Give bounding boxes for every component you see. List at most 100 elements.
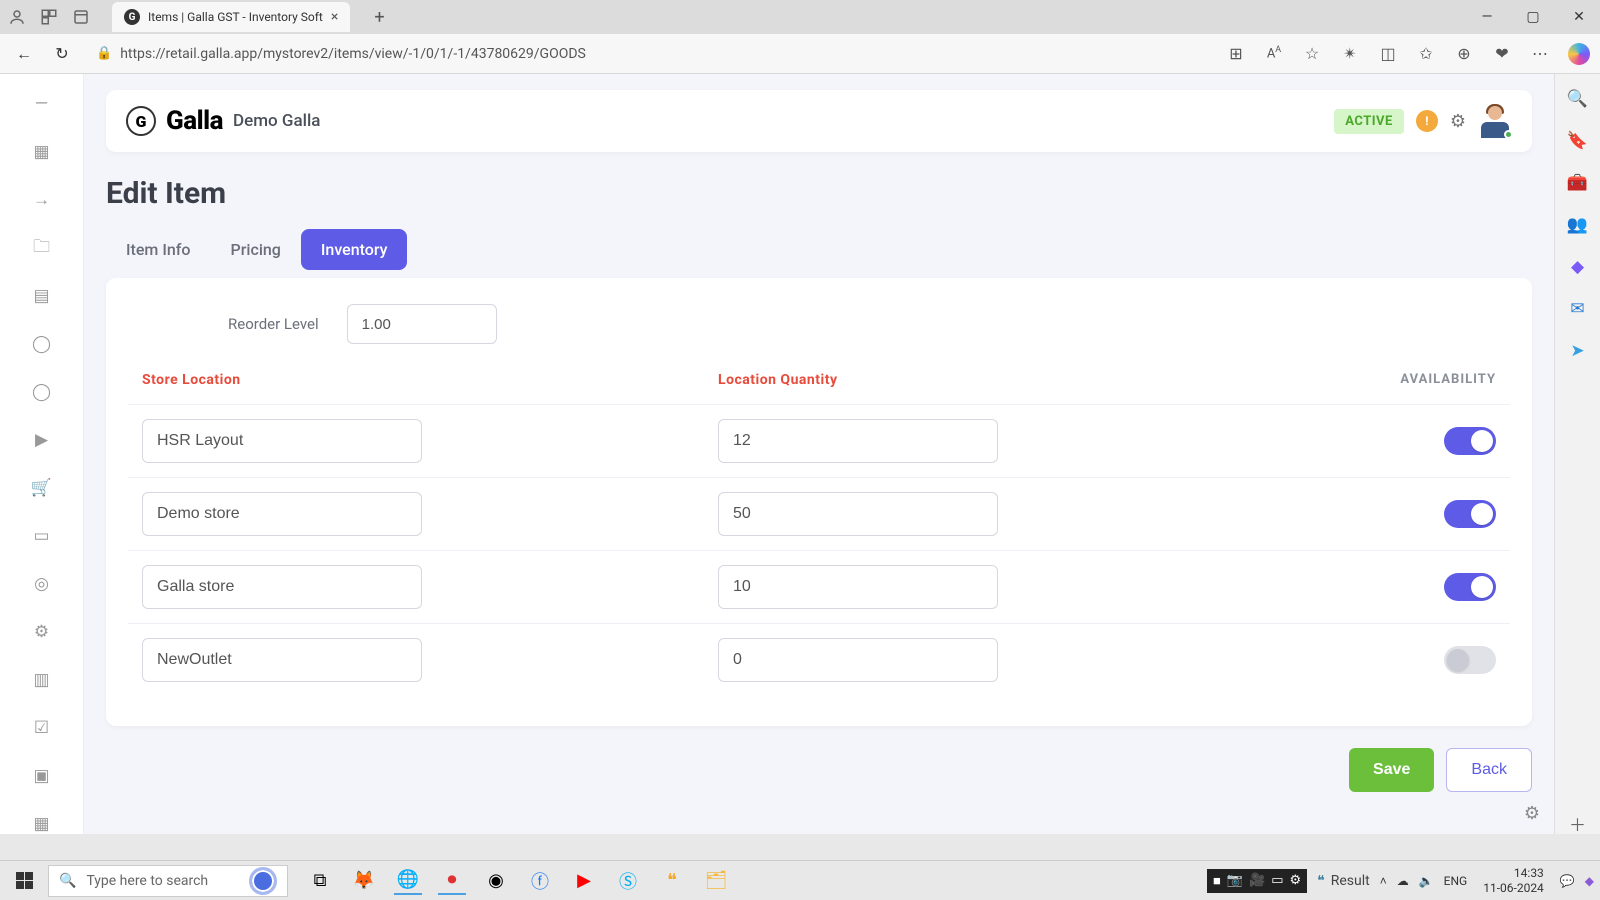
brand-logo[interactable]: G Galla (126, 106, 223, 136)
sidebar-book-icon[interactable]: ▭ (32, 526, 52, 546)
favorite-icon[interactable]: ☆ (1302, 44, 1322, 63)
quantity-input[interactable] (718, 492, 998, 536)
tray-cloud-icon[interactable]: ☁ (1397, 874, 1409, 888)
sidebar-location-icon[interactable]: ◎ (32, 574, 52, 594)
sidebar-people-icon[interactable]: 👥 (1567, 214, 1589, 236)
notification-badge[interactable]: ! (1416, 110, 1438, 132)
back-button[interactable]: Back (1446, 748, 1532, 792)
sidebar-report-icon[interactable]: ▥ (32, 670, 52, 690)
availability-toggle[interactable] (1444, 573, 1496, 601)
chrome-icon[interactable]: ◉ (482, 867, 510, 895)
record-icon[interactable]: ⏺ (438, 867, 466, 895)
sidebar-outlook-icon[interactable]: ✉ (1567, 298, 1589, 320)
sidebar-user-icon[interactable]: ◯ (32, 382, 52, 402)
window-icon[interactable]: ▭ (1271, 873, 1283, 888)
tray-chevron-icon[interactable]: ˄ (1380, 874, 1387, 888)
recording-toolbar[interactable]: ■ 📷 🎥 ▭ ⚙ (1207, 869, 1307, 893)
sidebar-add-icon[interactable]: ＋ (1567, 812, 1589, 834)
edge-icon[interactable]: 🌐 (394, 867, 422, 895)
maximize-button[interactable]: ▢ (1520, 9, 1546, 25)
sidebar-camera-icon[interactable]: ▣ (32, 766, 52, 786)
tray-datetime[interactable]: 14:33 11-06-2024 (1483, 866, 1544, 895)
skype-icon[interactable]: Ⓢ (614, 867, 642, 895)
back-nav-button[interactable]: ← (10, 40, 38, 68)
sidebar-send-icon[interactable]: ➤ (1567, 340, 1589, 362)
app-available-icon[interactable]: ⊞ (1226, 44, 1246, 63)
inventory-card: Reorder Level Store Location Location Qu… (106, 278, 1532, 726)
tray-volume-icon[interactable]: 🔈 (1419, 874, 1434, 888)
stop-icon[interactable]: ■ (1213, 873, 1221, 889)
tab-item-info[interactable]: Item Info (106, 229, 211, 270)
profile-icon[interactable] (8, 8, 26, 26)
tab-close-icon[interactable]: × (331, 9, 338, 25)
url-box[interactable]: 🔒 https://retail.galla.app/mystorev2/ite… (86, 46, 1216, 62)
sidebar-arrow-icon[interactable]: → (32, 190, 52, 210)
favorites-bar-icon[interactable]: ✩ (1416, 44, 1436, 63)
location-input[interactable] (142, 565, 422, 609)
table-header: Store Location Location Quantity AVAILAB… (128, 372, 1510, 404)
tray-overflow-icon[interactable]: ◆ (1585, 874, 1594, 888)
availability-toggle[interactable] (1444, 500, 1496, 528)
reorder-level-input[interactable] (347, 304, 497, 344)
quantity-input[interactable] (718, 419, 998, 463)
firefox-icon[interactable]: 🦊 (350, 867, 378, 895)
camera-icon[interactable]: 📷 (1227, 873, 1243, 888)
sidebar-shopping-tag-icon[interactable]: 🔖 (1567, 130, 1589, 152)
sidebar-collapse-icon[interactable]: — (32, 94, 52, 114)
availability-toggle[interactable] (1444, 427, 1496, 455)
user-avatar[interactable] (1478, 104, 1512, 138)
sidebar-basket-icon[interactable]: 🛒 (32, 478, 52, 498)
sidebar-search-icon[interactable]: 🔍 (1567, 88, 1589, 110)
windows-taskbar: 🔍 Type here to search ⧉ 🦊 🌐 ⏺ ◉ ⓕ ▶ Ⓢ ❝ … (0, 860, 1600, 900)
split-screen-icon[interactable]: ◫ (1378, 44, 1398, 63)
page-settings-icon[interactable]: ⚙ (1524, 803, 1540, 824)
start-button[interactable] (6, 865, 42, 897)
tab-pricing[interactable]: Pricing (211, 229, 301, 270)
sidebar-dashboard-icon[interactable]: ▦ (32, 142, 52, 162)
availability-toggle[interactable] (1444, 646, 1496, 674)
header-settings-icon[interactable]: ⚙ (1450, 111, 1466, 132)
page-url: https://retail.galla.app/mystorev2/items… (120, 46, 586, 62)
save-button[interactable]: Save (1349, 748, 1434, 792)
location-input[interactable] (142, 492, 422, 536)
tray-lang[interactable]: ENG (1444, 874, 1468, 888)
new-tab-button[interactable]: + (374, 7, 384, 28)
sidebar-forward-icon[interactable]: ▶ (32, 430, 52, 450)
quantity-input[interactable] (718, 638, 998, 682)
tab-actions-icon[interactable] (72, 8, 90, 26)
settings-tray-icon[interactable]: ⚙ (1290, 873, 1302, 888)
tab-inventory[interactable]: Inventory (301, 229, 408, 270)
sidebar-folder-icon[interactable]: 🗀 (32, 238, 52, 258)
sidebar-check-icon[interactable]: ☑ (32, 718, 52, 738)
quantity-input[interactable] (718, 565, 998, 609)
collections-icon[interactable]: ⊕ (1454, 44, 1474, 63)
workspaces-icon[interactable] (40, 8, 58, 26)
file-explorer-icon[interactable]: 🗂 (702, 867, 730, 895)
search-icon: 🔍 (59, 873, 76, 889)
sidebar-settings-icon[interactable]: ⚙ (32, 622, 52, 642)
more-menu-icon[interactable]: ⋯ (1530, 44, 1550, 63)
browser-tab[interactable]: G Items | Galla GST - Inventory Soft × (112, 2, 350, 32)
refresh-button[interactable]: ↻ (48, 40, 76, 68)
close-window-button[interactable]: ✕ (1566, 9, 1592, 25)
location-input[interactable] (142, 419, 422, 463)
minimize-button[interactable]: — (1474, 9, 1500, 25)
text-size-icon[interactable]: AA (1264, 45, 1284, 61)
sidebar-office-icon[interactable]: ◆ (1567, 256, 1589, 278)
sidebar-barcode-icon[interactable]: ▤ (32, 286, 52, 306)
tray-notifications-icon[interactable]: 💬 (1560, 874, 1575, 888)
result-app[interactable]: ❝ Result (1317, 873, 1370, 889)
sidebar-calendar-icon[interactable]: ▦ (32, 814, 52, 834)
facebook-icon[interactable]: ⓕ (526, 867, 554, 895)
sidebar-customer-icon[interactable]: ◯ (32, 334, 52, 354)
taskbar-search[interactable]: 🔍 Type here to search (48, 865, 288, 897)
youtube-icon[interactable]: ▶ (570, 867, 598, 895)
sidebar-tools-icon[interactable]: 🧰 (1567, 172, 1589, 194)
task-view-icon[interactable]: ⧉ (306, 867, 334, 895)
location-input[interactable] (142, 638, 422, 682)
video-icon[interactable]: 🎥 (1249, 873, 1265, 888)
app-icon[interactable]: ❝ (658, 867, 686, 895)
copilot-icon[interactable] (1568, 43, 1590, 65)
extensions-icon[interactable]: ✴ (1340, 44, 1360, 63)
performance-icon[interactable]: ❤ (1492, 44, 1512, 63)
